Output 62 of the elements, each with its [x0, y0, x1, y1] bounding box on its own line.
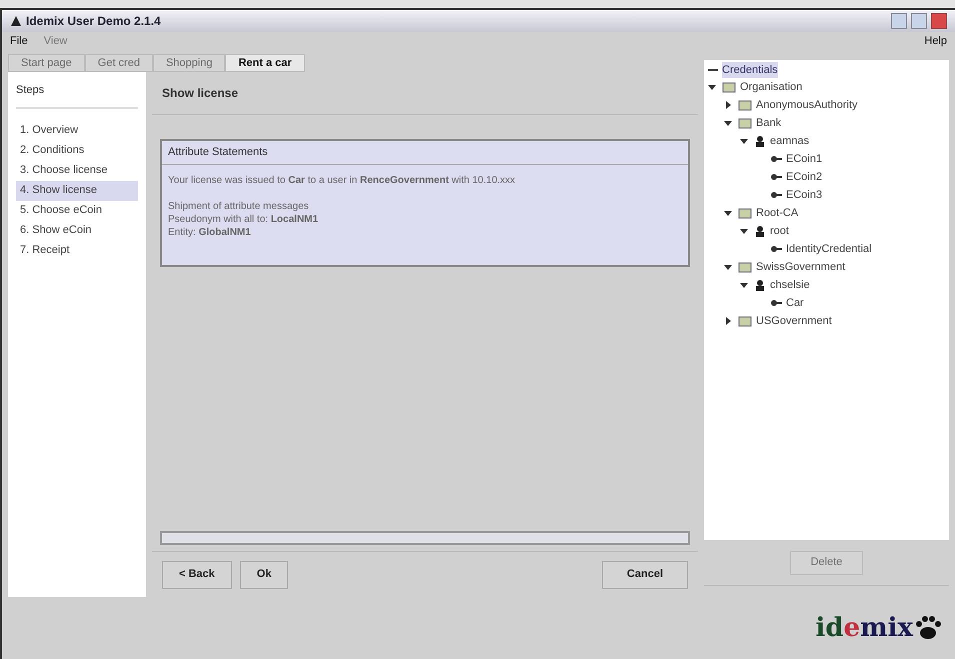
tree-item[interactable]: Car — [786, 294, 804, 312]
step-item[interactable]: 3. Choose license — [16, 160, 138, 180]
person-icon — [754, 225, 766, 237]
step-item[interactable]: 7. Receipt — [16, 240, 138, 260]
tree-item[interactable]: Organisation — [740, 78, 802, 96]
tree-item[interactable]: ECoin3 — [786, 186, 822, 204]
tree-item[interactable]: root — [770, 222, 789, 240]
tree-item[interactable]: ECoin2 — [786, 168, 822, 186]
step-item[interactable]: 1. Overview — [16, 120, 138, 140]
key-icon — [770, 172, 782, 182]
tab[interactable]: Rent a car — [225, 54, 305, 72]
tree-item[interactable]: IdentityCredential — [786, 240, 872, 258]
key-icon — [770, 190, 782, 200]
tab[interactable]: Shopping — [152, 54, 226, 72]
statement-text: Your license was issued to Car to a user in RenceGovernment with 10.10.xxx — [168, 174, 516, 186]
expanded-toggle-icon[interactable] — [740, 281, 750, 289]
box-title: Attribute Statements — [162, 141, 688, 164]
expanded-toggle-icon[interactable] — [740, 227, 750, 235]
folder-icon — [738, 207, 752, 219]
step-item[interactable]: 2. Conditions — [16, 140, 138, 160]
statement-text: Entity: GlobalNM1 — [168, 226, 252, 238]
nav-button[interactable]: < Back — [162, 560, 232, 588]
panel-title: Show license — [152, 72, 698, 115]
expanded-toggle-icon[interactable] — [708, 83, 718, 91]
folder-icon — [738, 99, 752, 111]
steps-title: Steps — [16, 82, 138, 108]
tree-item[interactable]: ECoin1 — [786, 150, 822, 168]
tree-item[interactable]: chselsie — [770, 276, 810, 294]
tree-item[interactable]: Bank — [756, 114, 782, 132]
folder-icon — [738, 261, 752, 273]
person-icon — [754, 279, 766, 291]
tree-item[interactable]: eamnas — [770, 132, 810, 150]
folder-icon — [738, 117, 752, 129]
window-title: Idemix User Demo 2.1.4 — [26, 13, 161, 30]
expanded-toggle-icon[interactable] — [724, 263, 734, 271]
folder-icon — [722, 81, 736, 93]
tree-item[interactable]: SwissGovernment — [756, 258, 846, 276]
step-item[interactable]: 5. Choose eCoin — [16, 200, 138, 220]
cancel-button[interactable]: Cancel — [602, 560, 688, 588]
step-item[interactable]: 4. Show license — [16, 180, 138, 200]
tree-item[interactable]: USGovernment — [756, 312, 832, 330]
tab[interactable]: Get cred — [84, 54, 153, 72]
app-icon — [10, 15, 22, 27]
expanded-toggle-icon[interactable] — [740, 137, 750, 145]
person-icon — [754, 135, 766, 147]
expanded-toggle-icon[interactable] — [724, 119, 734, 127]
statement-text: Pseudonym with all to: LocalNM1 — [168, 212, 320, 224]
tree-item[interactable]: Root-CA — [756, 204, 798, 222]
step-item[interactable]: 6. Show eCoin — [16, 220, 138, 240]
tab[interactable]: Start page — [8, 54, 85, 72]
menu-item[interactable]: File — [10, 32, 28, 50]
folder-icon — [738, 315, 752, 327]
key-icon — [770, 298, 782, 308]
idemix-logo: idemix — [816, 608, 943, 648]
tree-root[interactable]: Credentials — [722, 62, 778, 78]
expanded-toggle-icon[interactable] — [724, 209, 734, 217]
tree-item[interactable]: AnonymousAuthority — [756, 96, 858, 114]
nav-button[interactable]: Ok — [240, 560, 288, 588]
statement-text: Shipment of attribute messages — [168, 200, 310, 212]
key-icon — [770, 244, 782, 254]
menu-item[interactable]: Help — [924, 32, 947, 50]
key-icon — [770, 154, 782, 164]
